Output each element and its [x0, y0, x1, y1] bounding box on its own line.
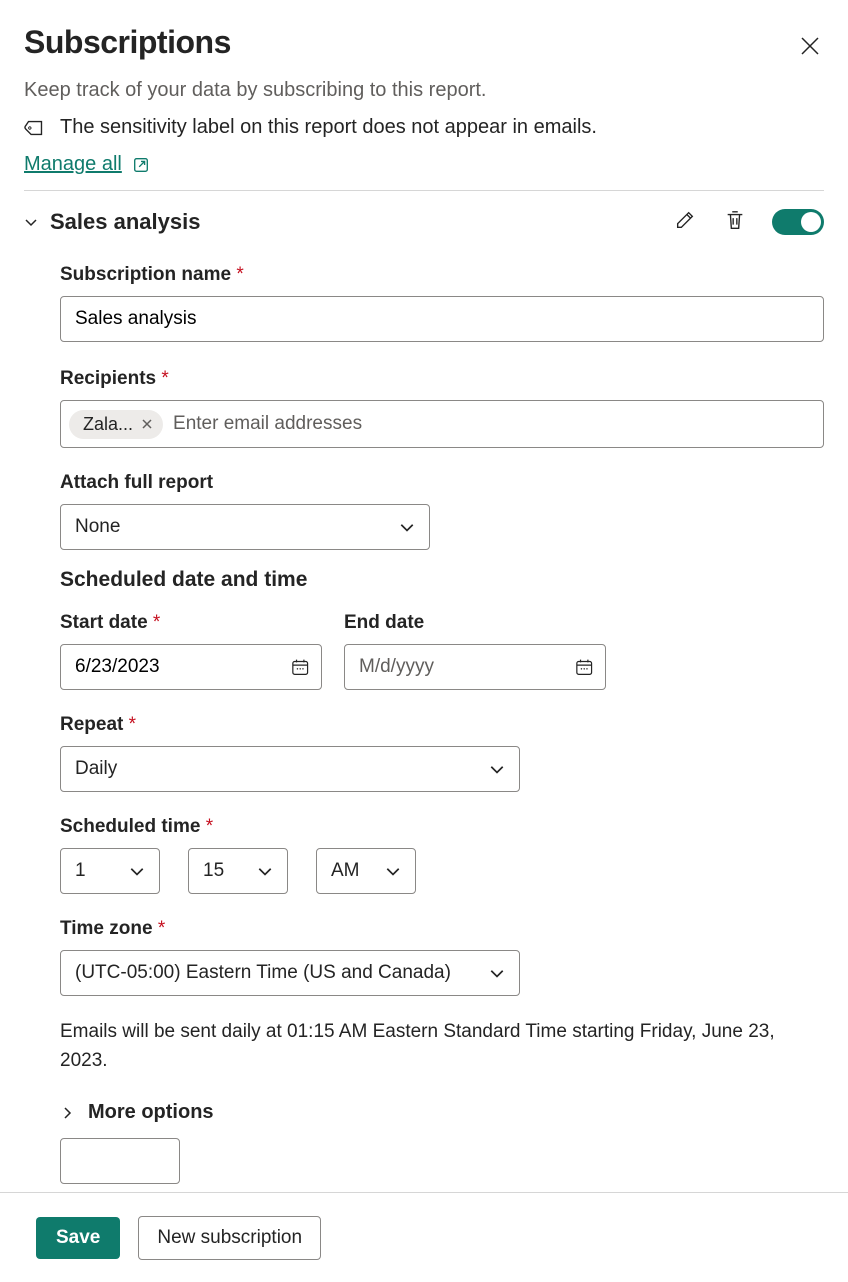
schedule-summary: Emails will be sent daily at 01:15 AM Ea…: [60, 1018, 824, 1075]
tag-icon: [24, 117, 46, 139]
repeat-select-value: Daily: [75, 758, 117, 780]
chevron-down-icon: [489, 761, 505, 777]
more-options-toggle[interactable]: More options: [60, 1101, 824, 1124]
page-subtitle: Keep track of your data by subscribing t…: [24, 79, 824, 102]
chevron-right-icon: [60, 1106, 74, 1120]
minute-select[interactable]: 15: [188, 848, 288, 894]
page-title: Subscriptions: [24, 24, 231, 61]
timezone-label: Time zone *: [60, 918, 824, 940]
sensitivity-text: The sensitivity label on this report doe…: [60, 116, 597, 139]
partial-box: [60, 1138, 180, 1184]
attach-label: Attach full report: [60, 472, 824, 494]
chevron-down-icon: [257, 863, 273, 879]
subscription-name-input[interactable]: [60, 296, 824, 342]
external-link-icon: [132, 156, 150, 174]
end-date-input[interactable]: [359, 656, 575, 678]
attach-select-value: None: [75, 516, 120, 538]
close-icon: [800, 36, 820, 56]
edit-button[interactable]: [672, 207, 698, 236]
sensitivity-row: The sensitivity label on this report doe…: [24, 116, 824, 139]
hour-value: 1: [75, 860, 86, 882]
chevron-down-icon: [489, 965, 505, 981]
x-icon: [141, 418, 153, 430]
attach-select[interactable]: None: [60, 504, 430, 550]
recipient-chip: Zala...: [69, 410, 163, 439]
new-subscription-button[interactable]: New subscription: [138, 1216, 321, 1260]
chevron-down-icon: [129, 863, 145, 879]
manage-all-link[interactable]: Manage all: [24, 153, 150, 176]
end-date-input-wrap[interactable]: [344, 644, 606, 690]
timezone-select[interactable]: (UTC-05:00) Eastern Time (US and Canada): [60, 950, 520, 996]
recipients-text-input[interactable]: [173, 413, 815, 435]
delete-button[interactable]: [722, 207, 748, 236]
pencil-icon: [674, 209, 696, 231]
recipient-chip-label: Zala...: [83, 414, 133, 435]
scheduled-time-label: Scheduled time *: [60, 816, 824, 838]
minute-value: 15: [203, 860, 224, 882]
more-options-label: More options: [88, 1101, 214, 1124]
calendar-icon: [575, 657, 593, 677]
subscription-name-header: Sales analysis: [50, 209, 200, 235]
recipients-label: Recipients *: [60, 368, 824, 390]
hour-select[interactable]: 1: [60, 848, 160, 894]
subscription-name-label: Subscription name *: [60, 264, 824, 286]
recipients-input-container[interactable]: Zala...: [60, 400, 824, 448]
divider: [24, 190, 824, 191]
save-button[interactable]: Save: [36, 1217, 120, 1259]
close-button[interactable]: [796, 32, 824, 63]
ampm-value: AM: [331, 860, 360, 882]
chevron-down-icon: [385, 863, 401, 879]
chevron-down-icon: [24, 215, 38, 229]
recipient-chip-remove[interactable]: [141, 418, 153, 430]
start-date-label: Start date *: [60, 612, 322, 634]
footer: Save New subscription: [0, 1192, 848, 1282]
trash-icon: [724, 209, 746, 231]
repeat-label: Repeat *: [60, 714, 824, 736]
calendar-icon: [291, 657, 309, 677]
manage-all-label: Manage all: [24, 153, 122, 176]
enable-toggle[interactable]: [772, 209, 824, 235]
subscription-expand-toggle[interactable]: Sales analysis: [24, 209, 200, 235]
start-date-input[interactable]: [75, 656, 291, 678]
start-date-input-wrap[interactable]: [60, 644, 322, 690]
chevron-down-icon: [399, 519, 415, 535]
schedule-heading: Scheduled date and time: [60, 568, 824, 592]
ampm-select[interactable]: AM: [316, 848, 416, 894]
timezone-value: (UTC-05:00) Eastern Time (US and Canada): [75, 962, 451, 984]
repeat-select[interactable]: Daily: [60, 746, 520, 792]
end-date-label: End date: [344, 612, 606, 634]
toggle-knob: [801, 212, 821, 232]
